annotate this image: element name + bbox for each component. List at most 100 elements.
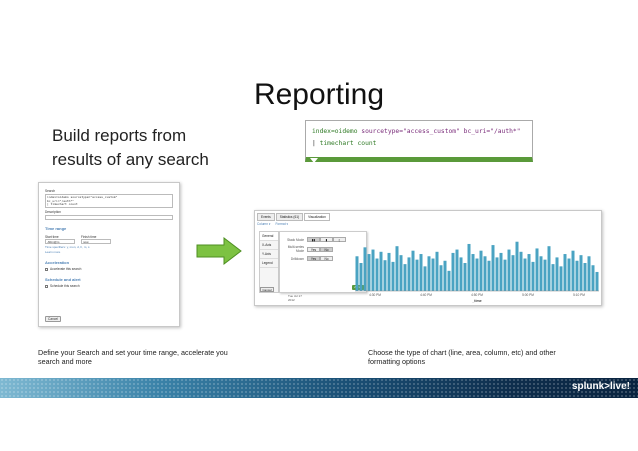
stack-none-icon[interactable]: ▮▮ bbox=[307, 237, 320, 242]
form-schedule-option[interactable]: Schedule this search bbox=[45, 284, 173, 288]
sidebar-item-general[interactable]: General bbox=[260, 232, 278, 241]
chart-bar[interactable] bbox=[483, 256, 487, 291]
form-time-row: Start time -60m@m Finish time now bbox=[45, 233, 173, 244]
chart-bar[interactable] bbox=[371, 249, 375, 291]
query-command: timechart count bbox=[319, 140, 377, 147]
chart-bar[interactable] bbox=[419, 254, 423, 291]
chart-type-dropdown[interactable]: Column ▾ bbox=[257, 222, 270, 226]
chart-bar[interactable] bbox=[423, 266, 427, 291]
chart-bar[interactable] bbox=[507, 249, 511, 291]
chart-bar[interactable] bbox=[399, 255, 403, 291]
stack-100-icon[interactable]: ▯ bbox=[333, 237, 346, 242]
form-accelerate-option[interactable]: Accelerate this search bbox=[45, 267, 173, 271]
multi-series-no[interactable]: No bbox=[320, 246, 333, 252]
caption-left: Define your Search and set your time ran… bbox=[38, 348, 228, 366]
chart-bar[interactable] bbox=[583, 263, 587, 291]
chart-bar[interactable] bbox=[387, 252, 391, 291]
chart-bar[interactable] bbox=[415, 259, 419, 291]
format-dropdown[interactable]: Format ▾ bbox=[275, 222, 288, 226]
sidebar-item-y-axis[interactable]: Y-Axis bbox=[260, 250, 278, 259]
chart-bar[interactable] bbox=[443, 260, 447, 291]
format-panel: Stack Mode ▮▮ ▮ ▯ Multi-series Mode Yes … bbox=[279, 231, 367, 293]
time-stamp-line-2: 2012 bbox=[288, 297, 295, 302]
form-acceleration-heading: Acceleration bbox=[45, 260, 70, 265]
sidebar-item-legend[interactable]: Legend bbox=[260, 259, 278, 268]
tab-visualization[interactable]: Visualization bbox=[304, 213, 330, 221]
expand-arrow-icon[interactable] bbox=[310, 158, 318, 163]
chart-bar[interactable] bbox=[499, 252, 503, 291]
chart-bar[interactable] bbox=[367, 254, 371, 291]
drilldown-yes[interactable]: Yes bbox=[307, 256, 320, 261]
drilldown-no[interactable]: No bbox=[320, 256, 333, 261]
chart-bar[interactable] bbox=[575, 260, 579, 291]
chart-bar[interactable] bbox=[479, 250, 483, 291]
chart-bar[interactable] bbox=[523, 258, 527, 291]
chart-bar[interactable] bbox=[447, 270, 451, 291]
chart-bar[interactable] bbox=[511, 255, 515, 291]
chart-bar[interactable] bbox=[411, 250, 415, 291]
chart-bar[interactable] bbox=[375, 258, 379, 291]
chart-bar[interactable] bbox=[427, 256, 431, 291]
chart-bar[interactable] bbox=[475, 258, 479, 291]
drilldown-label: Drilldown bbox=[290, 256, 304, 261]
chart-bar[interactable] bbox=[395, 246, 399, 291]
viz-cancel-button[interactable]: Cancel bbox=[260, 287, 274, 292]
chart-bar[interactable] bbox=[563, 254, 567, 291]
chart-bar[interactable] bbox=[431, 258, 435, 291]
multi-series-yes[interactable]: Yes bbox=[307, 246, 320, 252]
chart-bar[interactable] bbox=[531, 261, 535, 291]
chart-bar[interactable] bbox=[467, 243, 471, 291]
chart-bar[interactable] bbox=[463, 263, 467, 291]
chart-bar[interactable] bbox=[555, 257, 559, 291]
chart-bar[interactable] bbox=[355, 256, 359, 291]
chart-bar[interactable] bbox=[379, 251, 383, 291]
chart-bar[interactable] bbox=[539, 256, 543, 291]
form-description-input[interactable] bbox=[45, 215, 173, 220]
form-cancel-button[interactable]: Cancel bbox=[45, 316, 61, 322]
chart-bar[interactable] bbox=[455, 249, 459, 291]
chart-bar[interactable] bbox=[571, 250, 575, 291]
chart-bar[interactable] bbox=[363, 247, 367, 291]
chart-bar[interactable] bbox=[383, 260, 387, 291]
chart-bar[interactable] bbox=[567, 258, 571, 291]
subtitle-line-1: Build reports from bbox=[52, 126, 187, 145]
accelerate-checkbox[interactable] bbox=[45, 267, 48, 271]
chart-bar[interactable] bbox=[535, 248, 539, 291]
chart-bar[interactable] bbox=[587, 256, 591, 291]
chart-bar[interactable] bbox=[487, 260, 491, 291]
chart-bar[interactable] bbox=[559, 266, 563, 291]
report-form-screenshot: Search index=oidemo sourcetype="access_c… bbox=[38, 182, 180, 327]
query-filters: sourcetype="access_custom" bc_uri="/auth… bbox=[357, 128, 521, 135]
chart-bar[interactable] bbox=[527, 254, 531, 291]
chart-bar[interactable] bbox=[451, 252, 455, 291]
form-search-textarea[interactable]: index=oidemo sourcetype="access_custom" … bbox=[45, 194, 173, 208]
chart-bar[interactable] bbox=[359, 263, 363, 291]
chart-bar[interactable] bbox=[519, 251, 523, 291]
chart-bar[interactable] bbox=[543, 259, 547, 291]
chart-bar[interactable] bbox=[547, 246, 551, 291]
tab-statistics[interactable]: Statistics (61) bbox=[275, 213, 304, 221]
chart-bar[interactable] bbox=[403, 264, 407, 291]
chart-bar[interactable] bbox=[439, 265, 443, 291]
tab-events[interactable]: Events bbox=[257, 213, 275, 221]
schedule-checkbox[interactable] bbox=[45, 284, 48, 288]
chart-bar[interactable] bbox=[435, 251, 439, 291]
chart-bar[interactable] bbox=[459, 257, 463, 291]
chart-bar[interactable] bbox=[591, 265, 595, 291]
chart-bar[interactable] bbox=[579, 255, 583, 291]
form-start-time-input[interactable]: -60m@m bbox=[45, 239, 75, 244]
stack-stacked-icon[interactable]: ▮ bbox=[320, 237, 333, 242]
chart-bar[interactable] bbox=[491, 245, 495, 291]
chart-bar[interactable] bbox=[495, 257, 499, 291]
chart-bar[interactable] bbox=[391, 261, 395, 291]
form-learn-more-link[interactable]: Learn more bbox=[45, 250, 173, 254]
chart-bar[interactable] bbox=[407, 257, 411, 291]
form-finish-time-input[interactable]: now bbox=[81, 239, 111, 244]
sidebar-item-x-axis[interactable]: X-Axis bbox=[260, 241, 278, 250]
chart-bar[interactable] bbox=[595, 271, 599, 291]
multi-series-label: Multi-series Mode bbox=[287, 245, 304, 253]
chart-bar[interactable] bbox=[515, 241, 519, 291]
chart-bar[interactable] bbox=[503, 259, 507, 291]
chart-bar[interactable] bbox=[471, 254, 475, 291]
chart-bar[interactable] bbox=[551, 264, 555, 291]
